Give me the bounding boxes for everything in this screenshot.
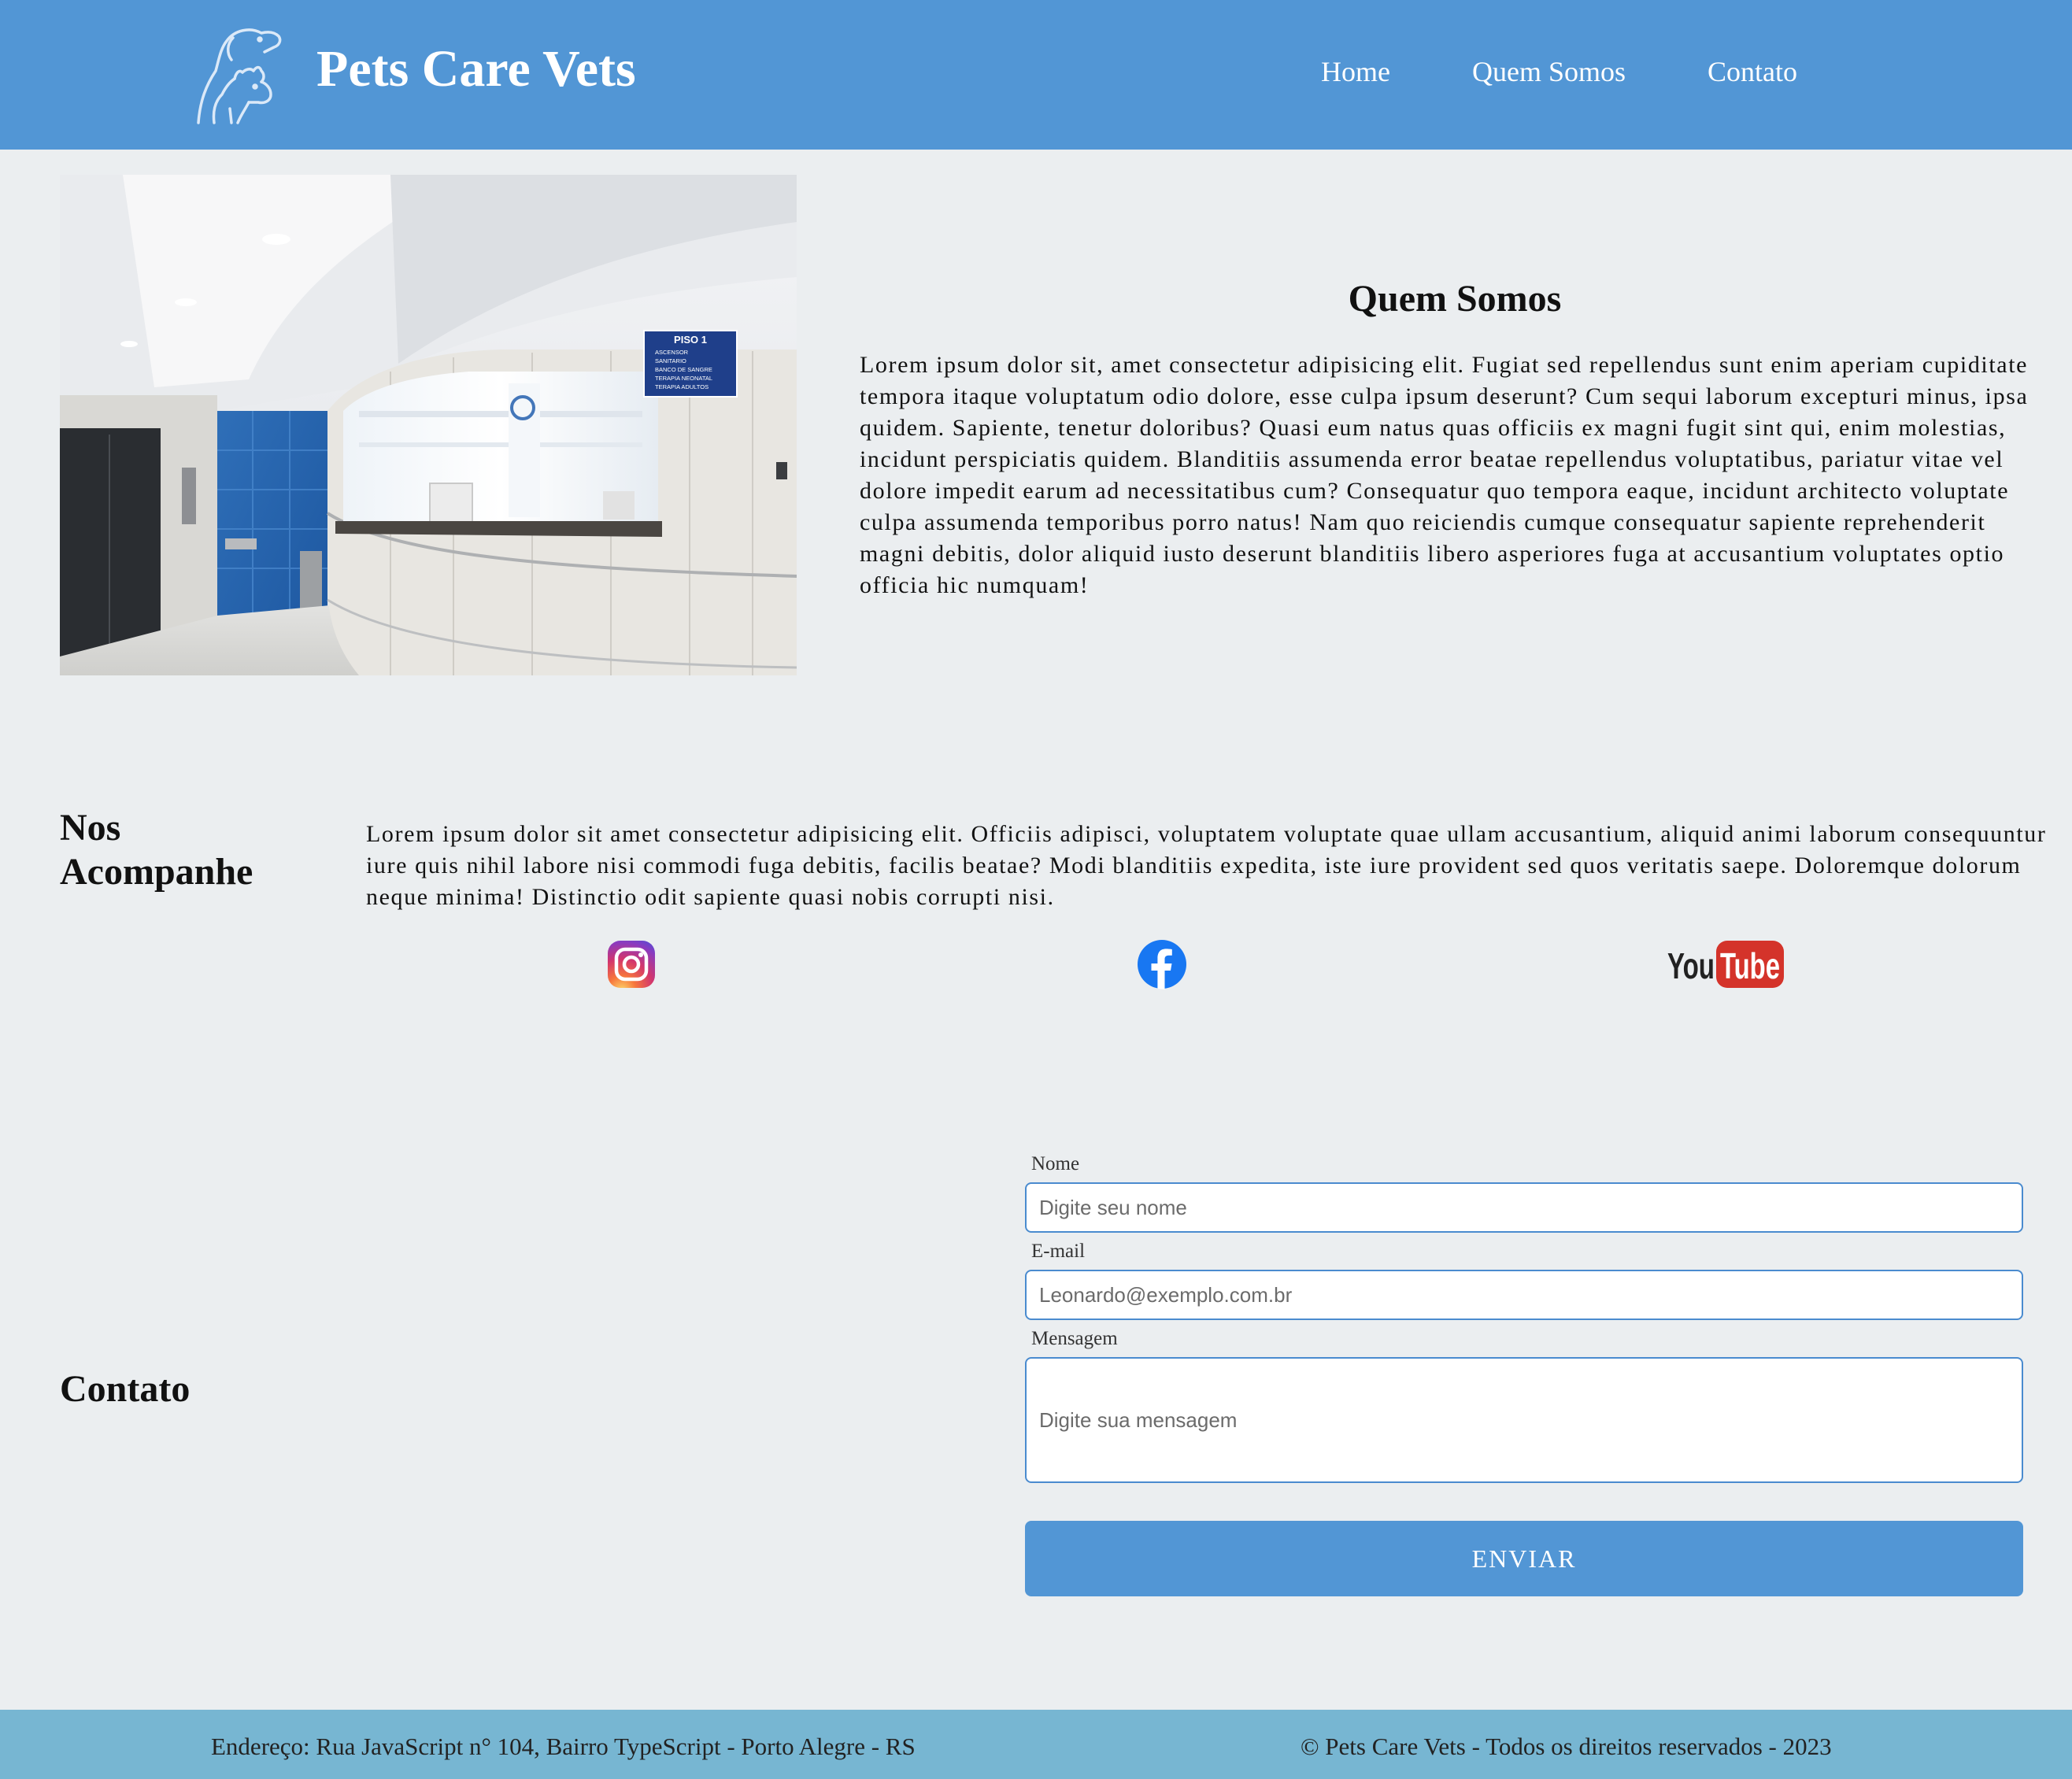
footer-copyright: © Pets Care Vets - Todos os direitos res… — [1301, 1733, 1832, 1760]
about-title: Quem Somos — [1348, 278, 1562, 320]
sign-title: PISO 1 — [674, 334, 707, 346]
sign-item: TERAPIA ADULTOS — [655, 383, 709, 390]
nav-quem-somos[interactable]: Quem Somos — [1472, 55, 1626, 88]
dog-and-cat-logo-icon[interactable] — [183, 22, 288, 128]
message-textarea[interactable] — [1025, 1357, 2023, 1483]
sign-item: ASCENSOR — [655, 349, 689, 356]
contact-title: Contato — [60, 1368, 191, 1410]
message-label: Mensagem — [1031, 1328, 1118, 1349]
about-text: Lorem ipsum dolor sit, amet consectetur … — [860, 352, 2029, 598]
email-label: E-mail — [1031, 1241, 1086, 1262]
name-label: Nome — [1031, 1153, 1080, 1174]
follow-text: Lorem ipsum dolor sit amet consectetur a… — [366, 821, 2047, 910]
nav-home[interactable]: Home — [1321, 55, 1390, 88]
site-brand-title[interactable]: Pets Care Vets — [316, 39, 636, 99]
submit-button[interactable]: ENVIAR — [1025, 1521, 2023, 1596]
sign-item: BANCO DE SANGRE — [655, 366, 712, 373]
nav-contato[interactable]: Contato — [1708, 55, 1797, 88]
follow-title: Nos Acompanhe — [60, 807, 253, 893]
sign-item: SANITARIO — [655, 357, 686, 364]
email-input[interactable] — [1025, 1270, 2023, 1320]
name-input[interactable] — [1025, 1182, 2023, 1233]
sign-item: TERAPIA NEONATAL — [655, 375, 712, 382]
youtube-you-text: You — [1667, 945, 1715, 986]
site-footer: Endereço: Rua JavaScript n° 104, Bairro … — [0, 1710, 2072, 1779]
youtube-tube-text: Tube — [1720, 945, 1780, 986]
site-header: Pets Care Vets Home Quem Somos Contato — [0, 0, 2072, 150]
footer-address: Endereço: Rua JavaScript n° 104, Bairro … — [211, 1733, 916, 1760]
clinic-reception-image: PISO 1 ASCENSOR SANITARIO BANCO DE SANGR… — [60, 175, 797, 675]
facebook-icon[interactable] — [1137, 939, 1187, 989]
instagram-icon[interactable] — [606, 939, 657, 989]
youtube-icon[interactable]: You Tube — [1667, 939, 1785, 989]
